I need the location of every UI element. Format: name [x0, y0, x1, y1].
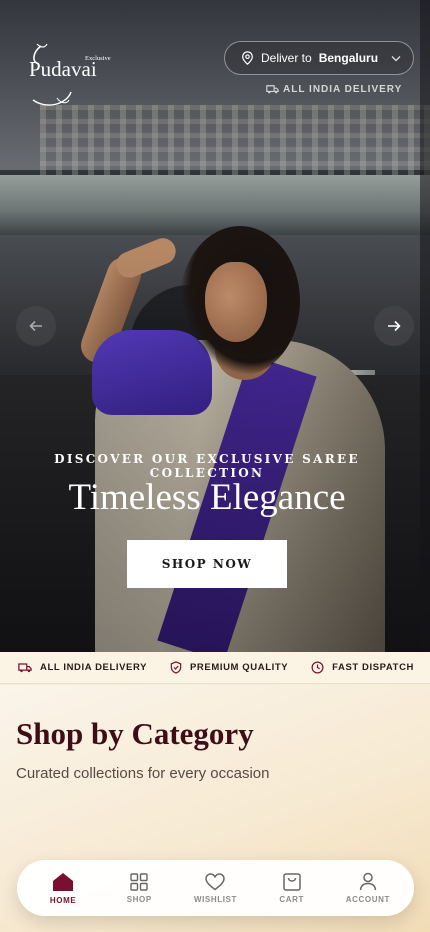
carousel-prev-button[interactable] [16, 306, 56, 346]
nav-label: SHOP [126, 894, 152, 904]
cart-icon [282, 873, 301, 891]
home-icon [53, 872, 74, 891]
trust-bar: ALL INDIA DELIVERY PREMIUM QUALITY FAST … [0, 652, 430, 684]
truck-icon [266, 85, 279, 94]
deliver-city: Bengaluru [318, 51, 379, 65]
nav-label: CART [279, 895, 304, 904]
deliver-location-selector[interactable]: Deliver to Bengaluru [224, 41, 414, 75]
trust-label: FAST DISPATCH [332, 662, 414, 673]
trust-label: ALL INDIA DELIVERY [40, 662, 148, 673]
grid-icon [130, 872, 148, 891]
logo-mark-icon: Exclusive Pudavai [29, 43, 111, 106]
trust-label: PREMIUM QUALITY [189, 662, 289, 673]
shop-now-button[interactable]: SHOP NOW [127, 540, 287, 588]
hero-title: Timeless Elegance [68, 477, 346, 518]
nav-home[interactable]: HOME [31, 872, 95, 905]
nav-label: WISHLIST [193, 894, 237, 904]
bottom-nav: HOME SHOP WISHLIST CART ACCOUNT [17, 860, 414, 916]
nav-label: HOME [49, 895, 77, 905]
location-pin-icon [242, 51, 253, 65]
truck-icon [18, 663, 32, 673]
chevron-down-icon [391, 55, 401, 61]
clock-icon [311, 661, 324, 674]
user-icon [359, 872, 377, 891]
nav-shop[interactable]: SHOP [107, 872, 171, 904]
delivery-note: ALL INDIA DELIVERY [266, 82, 406, 96]
trust-item-dispatch: FAST DISPATCH [311, 661, 414, 674]
nav-wishlist[interactable]: WISHLIST [183, 872, 247, 904]
logo-text: Pudavai [29, 57, 97, 81]
nav-cart[interactable]: CART [260, 872, 324, 904]
arrow-left-icon [29, 320, 42, 332]
hero-next-slide-edge [420, 0, 430, 652]
deliver-prefix: Deliver to [261, 51, 312, 65]
brand-logo[interactable]: Exclusive Pudavai [27, 40, 119, 110]
hero-banner: Exclusive Pudavai Deliver to Bengaluru A… [0, 0, 430, 652]
heart-icon [205, 872, 226, 890]
trust-item-delivery: ALL INDIA DELIVERY [18, 662, 147, 673]
trust-item-quality: PREMIUM QUALITY [170, 661, 288, 674]
section-title: Shop by Category [16, 716, 254, 751]
section-subtitle: Curated collections for every occasion [16, 765, 270, 782]
nav-account[interactable]: ACCOUNT [336, 872, 400, 904]
nav-label: ACCOUNT [345, 895, 390, 904]
arrow-right-icon [388, 320, 401, 332]
carousel-next-button[interactable] [374, 306, 414, 346]
shield-check-icon [170, 661, 182, 674]
delivery-note-text: ALL INDIA DELIVERY [283, 83, 403, 95]
